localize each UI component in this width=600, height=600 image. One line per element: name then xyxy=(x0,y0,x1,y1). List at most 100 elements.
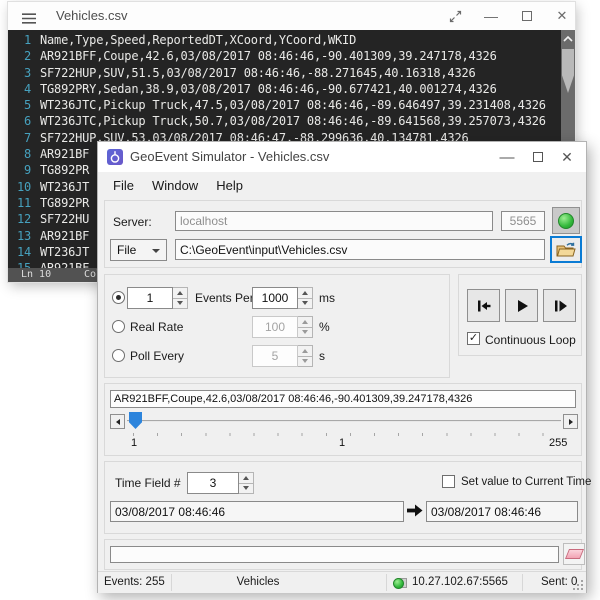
editor-window-title: Vehicles.csv xyxy=(56,8,128,23)
slider-min-label: 1 xyxy=(131,437,137,449)
current-time-checkbox[interactable] xyxy=(442,475,455,488)
hamburger-menu-icon[interactable] xyxy=(22,11,36,29)
browse-file-button[interactable] xyxy=(550,236,582,263)
events-count-spinner[interactable]: 1 xyxy=(127,287,188,309)
original-time-field[interactable]: 03/08/2017 08:46:46 xyxy=(110,501,404,522)
interval-value[interactable]: 1000 xyxy=(252,287,298,309)
playback-group: ✓ Continuous Loop xyxy=(458,274,582,356)
real-rate-spinner: 100 xyxy=(252,316,313,338)
source-type-value: File xyxy=(117,243,136,257)
fullscreen-icon[interactable] xyxy=(444,2,466,30)
spinner-up-icon[interactable] xyxy=(298,287,313,299)
continuous-loop-label: Continuous Loop xyxy=(485,333,576,347)
server-host-input[interactable]: localhost xyxy=(175,211,493,231)
menu-item[interactable]: Window xyxy=(143,178,207,193)
menu-item[interactable]: Help xyxy=(207,178,252,193)
skip-to-start-icon xyxy=(475,297,493,315)
arrow-right-icon xyxy=(407,503,423,523)
slider-track[interactable] xyxy=(127,420,561,422)
event-preview-group: AR921BFF,Coupe,42.6,03/08/2017 08:46:46,… xyxy=(104,383,582,456)
slider-left-button[interactable] xyxy=(110,414,125,429)
adjusted-time-field[interactable]: 03/08/2017 08:46:46 xyxy=(426,501,578,522)
editor-maximize-button[interactable] xyxy=(516,2,538,30)
slider-thumb[interactable] xyxy=(129,412,142,429)
play-icon xyxy=(513,297,531,315)
chevron-down-icon xyxy=(152,249,160,253)
line-text: TG892PR xyxy=(40,195,89,211)
progress-field xyxy=(110,546,559,563)
spinner-down-icon[interactable] xyxy=(239,484,254,495)
line-text: SF722HUP,SUV,51.5,03/08/2017 08:46:46,-8… xyxy=(40,65,476,81)
interval-unit-label: ms xyxy=(319,291,335,305)
scroll-up-icon[interactable] xyxy=(561,32,575,44)
server-group: Server: localhost 5565 File C:\GeoEvent\… xyxy=(104,200,582,268)
time-field-spinner[interactable]: 3 xyxy=(187,472,254,494)
spinner-up-icon[interactable] xyxy=(239,472,254,484)
statusbar-divider xyxy=(386,574,387,591)
rate-group: 1 Events Per 1000 ms Real Rate 100 % Pol… xyxy=(104,274,450,378)
file-path-input[interactable]: C:\GeoEvent\input\Vehicles.csv xyxy=(175,239,545,260)
line-number: 12 xyxy=(8,211,40,227)
spinner-down-icon[interactable] xyxy=(173,299,188,310)
real-rate-unit-label: % xyxy=(319,320,330,334)
events-count-value[interactable]: 1 xyxy=(127,287,173,309)
line-number: 11 xyxy=(8,195,40,211)
menubar: FileWindowHelp xyxy=(98,172,586,198)
line-text: WT236JTC,Pickup Truck,50.7,03/08/2017 08… xyxy=(40,113,546,129)
connection-status-icon xyxy=(558,213,574,229)
current-event-field[interactable]: AR921BFF,Coupe,42.6,03/08/2017 08:46:46,… xyxy=(110,390,576,408)
events-per-label: Events Per xyxy=(195,291,254,305)
line-text: WT236JT xyxy=(40,244,89,260)
events-count-status: Events: 255 xyxy=(104,576,165,588)
time-field-value[interactable]: 3 xyxy=(187,472,239,494)
scrollbar-thumb[interactable] xyxy=(562,49,574,93)
progress-group xyxy=(104,539,582,570)
interval-spinner[interactable]: 1000 xyxy=(252,287,313,309)
simulator-titlebar: GeoEvent Simulator - Vehicles.csv — ✕ xyxy=(98,142,586,172)
server-port-input[interactable]: 5565 xyxy=(501,211,545,231)
slider-ticks xyxy=(133,433,567,436)
line-number: 14 xyxy=(8,244,40,260)
line-number: 6 xyxy=(8,113,40,129)
poll-every-radio[interactable] xyxy=(112,349,125,362)
slider-current-label: 1 xyxy=(339,437,345,449)
editor-line: 6 WT236JTC,Pickup Truck,50.7,03/08/2017 … xyxy=(8,113,575,129)
statusbar-divider xyxy=(522,574,523,591)
line-text: SF722HU xyxy=(40,211,89,227)
simulator-window: GeoEvent Simulator - Vehicles.csv — ✕ Fi… xyxy=(97,141,587,593)
resize-grip[interactable] xyxy=(573,580,583,590)
line-text: AR921BFF,Coupe,42.6,03/08/2017 08:46:46,… xyxy=(40,48,497,64)
play-button[interactable] xyxy=(505,289,538,322)
simulator-statusbar: Events: 255 Vehicles 10.27.102.67:5565 S… xyxy=(98,571,586,593)
line-number: 15 xyxy=(8,260,40,268)
connection-indicator-icon xyxy=(393,577,407,590)
server-label: Server: xyxy=(113,215,152,229)
endpoint-status: 10.27.102.67:5565 xyxy=(412,576,508,588)
file-name-status: Vehicles xyxy=(198,576,318,588)
connect-button[interactable] xyxy=(552,207,580,234)
real-rate-radio[interactable] xyxy=(112,320,125,333)
spinner-up-icon[interactable] xyxy=(173,287,188,299)
editor-line: 1 Name,Type,Speed,ReportedDT,XCoord,YCoo… xyxy=(8,32,575,48)
desktop: Vehicles.csv — ✕ 1 Name,Type,Speed,Repor… xyxy=(0,0,600,600)
continuous-loop-checkbox[interactable]: ✓ xyxy=(467,332,480,345)
editor-close-button[interactable]: ✕ xyxy=(551,2,573,30)
time-field-group: Time Field # 3 Set value to Current Time… xyxy=(104,461,582,534)
step-button[interactable] xyxy=(543,289,576,322)
events-per-radio[interactable] xyxy=(112,291,125,304)
simulator-minimize-button[interactable]: — xyxy=(494,142,520,172)
line-number: 2 xyxy=(8,48,40,64)
editor-line: 5 WT236JTC,Pickup Truck,47.5,03/08/2017 … xyxy=(8,97,575,113)
line-text: AR921BF xyxy=(40,260,89,268)
menu-item[interactable]: File xyxy=(104,178,143,193)
clear-button[interactable] xyxy=(563,543,585,565)
editor-minimize-button[interactable]: — xyxy=(480,2,502,30)
simulator-maximize-button[interactable] xyxy=(525,142,551,172)
slider-max-label: 255 xyxy=(549,437,567,449)
spinner-down-icon[interactable] xyxy=(298,299,313,310)
source-type-dropdown[interactable]: File xyxy=(110,239,167,261)
simulator-close-button[interactable]: ✕ xyxy=(554,142,580,172)
slider-right-button[interactable] xyxy=(563,414,578,429)
rewind-button[interactable] xyxy=(467,289,500,322)
geoevent-app-icon xyxy=(107,149,123,165)
